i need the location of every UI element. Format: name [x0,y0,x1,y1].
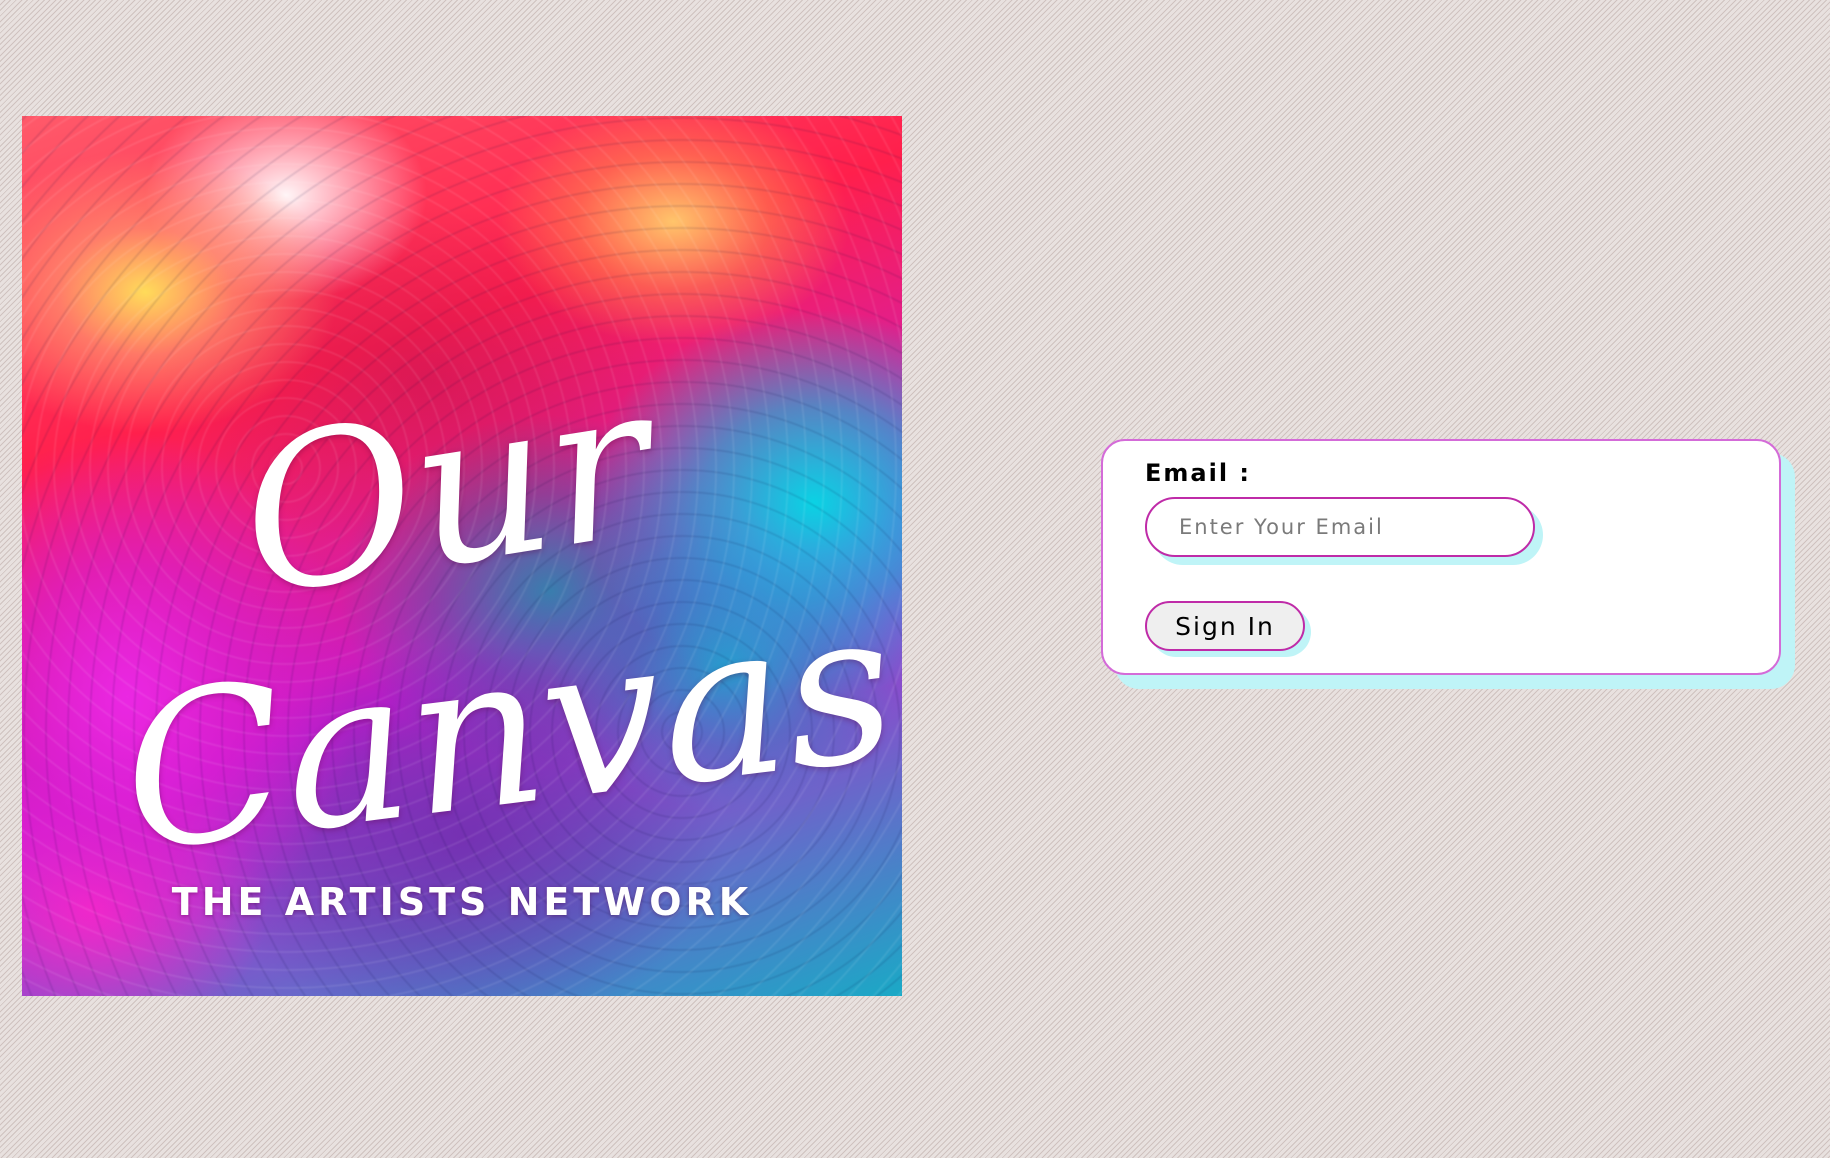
email-input[interactable] [1145,497,1535,557]
email-label: Email : [1145,459,1252,487]
artwork-subtitle: THE ARTISTS NETWORK [171,880,753,924]
signin-card: Email : Sign In [1101,439,1781,675]
artwork-image: Our Canvas THE ARTISTS NETWORK [22,116,902,996]
artwork-title-line1: Our [225,337,667,644]
sign-in-button[interactable]: Sign In [1145,601,1305,651]
